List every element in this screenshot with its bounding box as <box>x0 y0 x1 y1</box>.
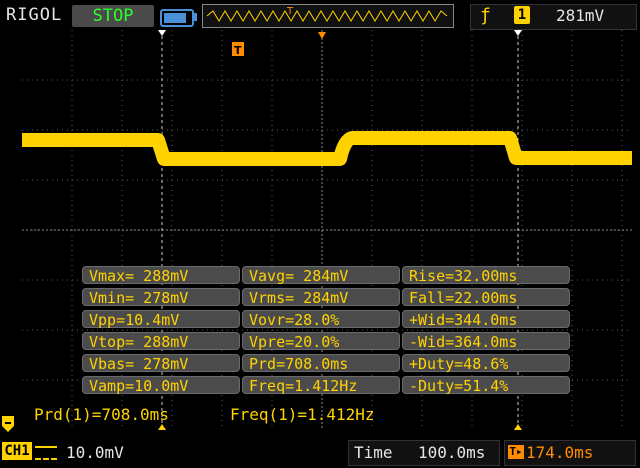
trigger-source-badge: 1 <box>514 6 530 24</box>
measure-vbase[interactable]: Vbas= 278mV <box>82 354 240 373</box>
memory-depth-indicator: T <box>202 4 454 28</box>
trigger-offset-icon: T▸ <box>508 445 524 459</box>
timebase-value[interactable]: 100.0ms <box>418 443 485 462</box>
measure-neg-duty[interactable]: -Duty=51.4% <box>402 376 570 395</box>
trigger-offset-value[interactable]: 174.0ms <box>526 443 593 462</box>
measure-fall[interactable]: Fall=22.00ms <box>402 288 570 307</box>
measure-neg-width[interactable]: -Wid=364.0ms <box>402 332 570 351</box>
measure-vmin[interactable]: Vmin= 278mV <box>82 288 240 307</box>
trigger-point-icon: T <box>232 42 244 57</box>
table-row: Vtop= 288mV Vpre=20.0% -Wid=364.0ms <box>82 332 572 351</box>
measure-vtop[interactable]: Vtop= 288mV <box>82 332 240 351</box>
measure-pos-width[interactable]: +Wid=344.0ms <box>402 310 570 329</box>
channel1-ground-marker-icon[interactable] <box>2 416 16 432</box>
measure-vrms[interactable]: Vrms= 284mV <box>242 288 400 307</box>
table-row: Vpp=10.4mV Vovr=28.0% +Wid=344.0ms <box>82 310 572 329</box>
trigger-settings-panel[interactable] <box>470 4 637 30</box>
measure-period[interactable]: Prd=708.0ms <box>242 354 400 373</box>
measure-rise[interactable]: Rise=32.00ms <box>402 266 570 285</box>
vertical-scale-value[interactable]: 10.0mV <box>66 443 124 462</box>
brand-logo: RIGOL <box>6 5 63 25</box>
measure-frequency[interactable]: Freq=1.412Hz <box>242 376 400 395</box>
rising-edge-trigger-icon: ƒ <box>480 5 491 26</box>
memory-waveform-icon: T <box>206 6 448 22</box>
measure-vamp[interactable]: Vamp=10.0mV <box>82 376 240 395</box>
cursor-frequency-readout: Freq(1)=1.412Hz <box>230 405 375 424</box>
svg-text:T: T <box>286 6 294 17</box>
measure-vpre[interactable]: Vpre=20.0% <box>242 332 400 351</box>
measure-pos-duty[interactable]: +Duty=48.6% <box>402 354 570 373</box>
table-row: Vamp=10.0mV Freq=1.412Hz -Duty=51.4% <box>82 376 572 395</box>
trigger-level-value: 281mV <box>556 6 605 25</box>
svg-text:T: T <box>234 44 242 57</box>
measure-vpp[interactable]: Vpp=10.4mV <box>82 310 240 329</box>
battery-tip-icon <box>194 13 197 21</box>
measure-vmax[interactable]: Vmax= 288mV <box>82 266 240 285</box>
time-label: Time <box>354 443 393 462</box>
run-stop-status[interactable]: STOP <box>72 5 154 27</box>
cursor-period-readout: Prd(1)=708.0ms <box>34 405 169 424</box>
dc-coupling-icon <box>35 446 57 460</box>
measure-vavg[interactable]: Vavg= 284mV <box>242 266 400 285</box>
battery-icon <box>160 9 194 27</box>
channel1-badge[interactable]: CH1 <box>2 442 32 460</box>
table-row: Vmax= 288mV Vavg= 284mV Rise=32.00ms <box>82 266 572 285</box>
table-row: Vbas= 278mV Prd=708.0ms +Duty=48.6% <box>82 354 572 373</box>
table-row: Vmin= 278mV Vrms= 284mV Fall=22.00ms <box>82 288 572 307</box>
measure-vovr[interactable]: Vovr=28.0% <box>242 310 400 329</box>
